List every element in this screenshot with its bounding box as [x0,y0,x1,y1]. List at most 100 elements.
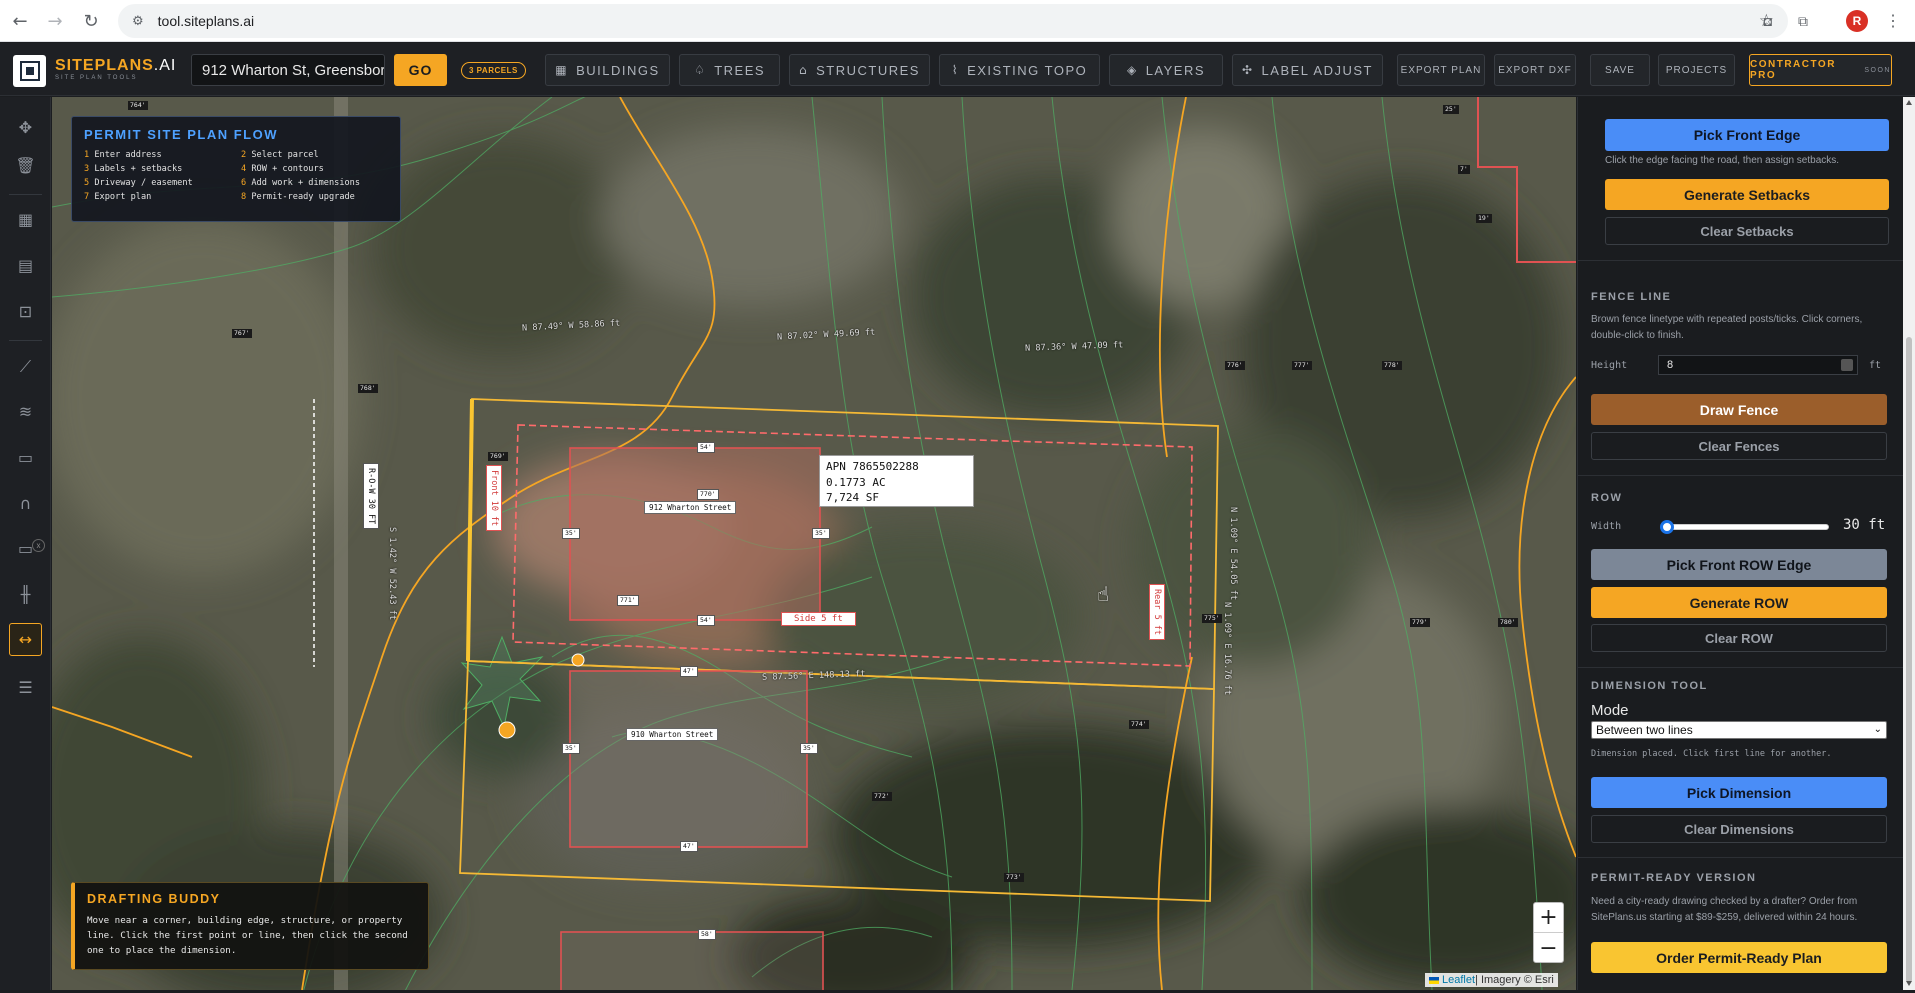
arch-icon[interactable]: ∩ [9,487,42,520]
driveway-icon[interactable]: ⟋ [9,350,42,383]
scrollbar-thumb[interactable] [1906,337,1912,983]
move-icon[interactable]: ✥ [9,111,42,144]
dimension-label[interactable]: 47' [680,841,698,852]
dimension-label[interactable]: 771' [617,595,639,606]
parcels-badge[interactable]: 3 PARCELS [461,62,526,79]
row-width-value: 30 ft [1843,517,1886,533]
brand-subtitle: SITE PLAN TOOLS [55,75,138,81]
forward-icon[interactable]: → [38,4,72,38]
dimension-label[interactable]: 47' [680,666,698,677]
buildings-button[interactable]: ▦ BUILDINGS [545,54,670,86]
clear-fences-button[interactable]: Clear Fences [1591,432,1887,460]
bearing-label: N 1.09° E 16.76 ft [1222,602,1232,696]
row-label: R-O-W 30 FT [363,463,379,530]
save-button[interactable]: SAVE [1590,54,1650,86]
flow-step: 8 Permit-ready upgrade [241,192,355,202]
flow-title: PERMIT SITE PLAN FLOW [84,127,278,142]
elevation-label: 767' [232,329,252,338]
clear-setbacks-button[interactable]: Clear Setbacks [1605,217,1889,245]
reload-icon[interactable]: ↻ [74,4,108,38]
clear-row-button[interactable]: Clear ROW [1591,624,1887,652]
site-info-icon[interactable]: ⚙ [132,14,144,29]
right-panel: Pick Front Edge Click the edge facing th… [1577,97,1903,990]
go-button[interactable]: GO [394,54,447,86]
pick-front-edge-button[interactable]: Pick Front Edge [1605,119,1889,151]
rear-setback-label[interactable]: Rear 5 ft [1149,584,1165,641]
extension-icon[interactable]: ◘ [1756,9,1780,33]
side-setback-label[interactable]: Side 5 ft [781,612,856,626]
back-icon[interactable]: ← [3,4,37,38]
zoom-in-button[interactable]: + [1534,903,1563,933]
fence-height-input[interactable]: 8 [1658,355,1858,375]
grid-icon[interactable]: ▦ [9,203,42,236]
dimension-label[interactable]: 54' [697,615,715,626]
contractor-pro-button[interactable]: CONTRACTOR PRO SOON [1749,54,1892,86]
front-setback-label[interactable]: Front 10 ft [486,465,502,532]
draw-fence-button[interactable]: Draw Fence [1591,394,1887,425]
buddy-title: DRAFTING BUDDY [87,892,221,906]
dimension-label[interactable]: 58' [698,929,716,940]
existing-topo-button[interactable]: ⌇ EXISTING TOPO [939,54,1100,86]
elevation-label: 768' [358,384,378,393]
order-permit-ready-button[interactable]: Order Permit-Ready Plan [1591,942,1887,973]
notes-icon[interactable]: ▤ [9,249,42,282]
height-label: Height [1591,360,1628,371]
clear-dimensions-button[interactable]: Clear Dimensions [1591,815,1887,843]
elevation-label: 25' [1443,105,1459,114]
generate-setbacks-button[interactable]: Generate Setbacks [1605,179,1889,210]
flow-step: 3 Labels + setbacks [84,164,183,174]
tree-icon: ♤ [693,63,707,77]
trash-icon[interactable]: 🗑 [9,149,42,182]
trees-button[interactable]: ♤ TREES [679,54,780,86]
elevation-label: 764' [128,101,148,110]
flow-step: 4 ROW + contours [241,164,324,174]
layers-icon: ◈ [1126,63,1138,77]
dimension-tool-icon[interactable]: ↔ [9,623,42,656]
dimension-label[interactable]: 35' [562,528,580,539]
house-label-912[interactable]: 912 Wharton Street [644,501,737,514]
puzzle-icon[interactable]: ⧉ [1791,9,1815,33]
apn-info-box[interactable]: APN 7865502288 0.1773 AC 7,724 SF [819,455,974,507]
fence-icon[interactable]: ╫ [9,578,42,611]
row-width-label: Width [1591,521,1622,532]
projects-button[interactable]: PROJECTS [1658,54,1735,86]
panel-scrollbar[interactable] [1903,97,1915,990]
slider-knob[interactable] [1660,520,1674,534]
leaflet-link[interactable]: Leaflet [1442,974,1475,986]
dimension-label[interactable]: 54' [697,442,715,453]
label-adjust-button[interactable]: ✣ LABEL ADJUST [1232,54,1383,86]
dimension-label[interactable]: 35' [800,743,818,754]
buildings-icon: ▦ [555,63,569,77]
generate-row-button[interactable]: Generate ROW [1591,587,1887,618]
export-dxf-button[interactable]: EXPORT DXF [1494,54,1576,86]
dimension-label[interactable]: 770' [697,489,719,500]
elevation-label: 776' [1225,361,1245,370]
house-label-910[interactable]: 910 Wharton Street [626,728,719,741]
card-icon[interactable]: ▭ [9,441,42,474]
brand-title: SITEPLANS.AI [55,57,177,74]
spinner-icon[interactable] [1841,359,1853,371]
frame-icon[interactable]: ⊡ [9,295,42,328]
menu-dots-icon[interactable]: ⋮ [1881,9,1905,33]
address-bar[interactable]: ⚙ tool.siteplans.ai ☆ [118,4,1788,38]
mode-select[interactable]: Between two lines ⌄ [1591,721,1887,739]
dimension-label[interactable]: 35' [812,528,830,539]
structures-button[interactable]: ⌂ STRUCTURES [789,54,930,86]
contour-icon[interactable]: ≋ [9,395,42,428]
easement-icon[interactable]: ▭ [9,532,42,565]
avatar[interactable]: R [1846,10,1868,32]
elevation-label: 778' [1382,361,1402,370]
dimension-label[interactable]: 35' [562,743,580,754]
export-plan-button[interactable]: EXPORT PLAN [1397,54,1485,86]
row-width-slider[interactable] [1660,520,1829,534]
list-icon[interactable]: ☰ [9,671,42,704]
elevation-label: 19' [1476,214,1492,223]
pick-front-row-edge-button[interactable]: Pick Front ROW Edge [1591,549,1887,580]
elevation-label: 7' [1458,165,1470,174]
map-canvas[interactable]: PERMIT SITE PLAN FLOW 1 Enter address 2 … [52,97,1576,990]
zoom-out-button[interactable]: − [1534,933,1563,963]
layers-button[interactable]: ◈ LAYERS [1109,54,1223,86]
pick-dimension-button[interactable]: Pick Dimension [1591,777,1887,808]
ukraine-flag-icon [1429,976,1439,984]
address-input[interactable] [191,54,385,86]
